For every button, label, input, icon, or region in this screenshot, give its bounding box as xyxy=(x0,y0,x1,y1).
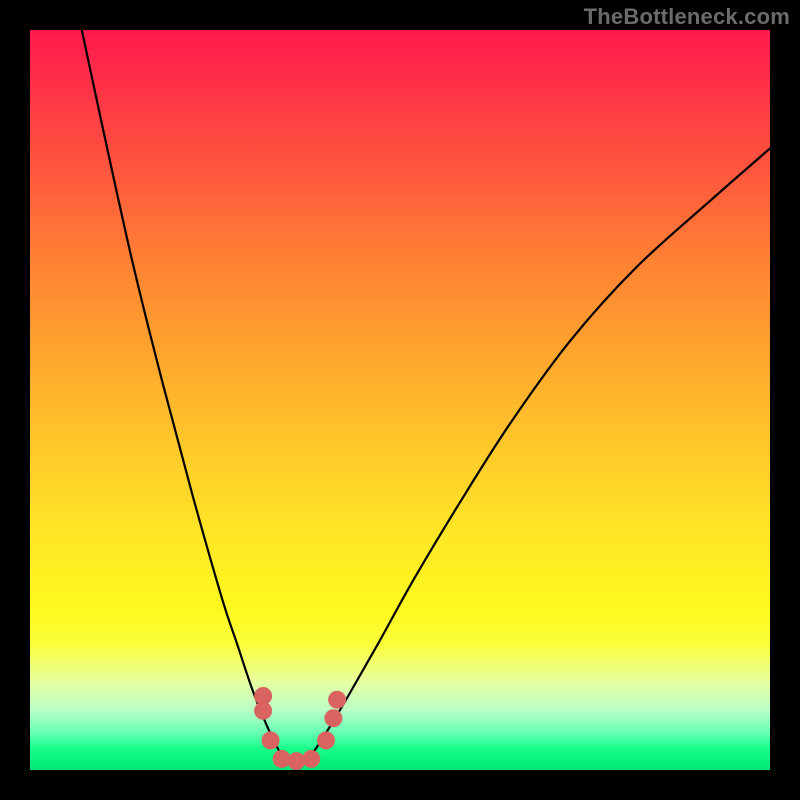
chart-plot-area xyxy=(30,30,770,770)
curve-marker xyxy=(324,709,342,727)
curve-marker xyxy=(302,750,320,768)
chart-svg xyxy=(30,30,770,770)
curve-marker xyxy=(328,691,346,709)
watermark-text: TheBottleneck.com xyxy=(584,4,790,30)
curve-marker xyxy=(317,731,335,749)
curve-marker xyxy=(262,731,280,749)
bottleneck-curve-line xyxy=(82,30,770,770)
curve-marker xyxy=(254,687,272,705)
